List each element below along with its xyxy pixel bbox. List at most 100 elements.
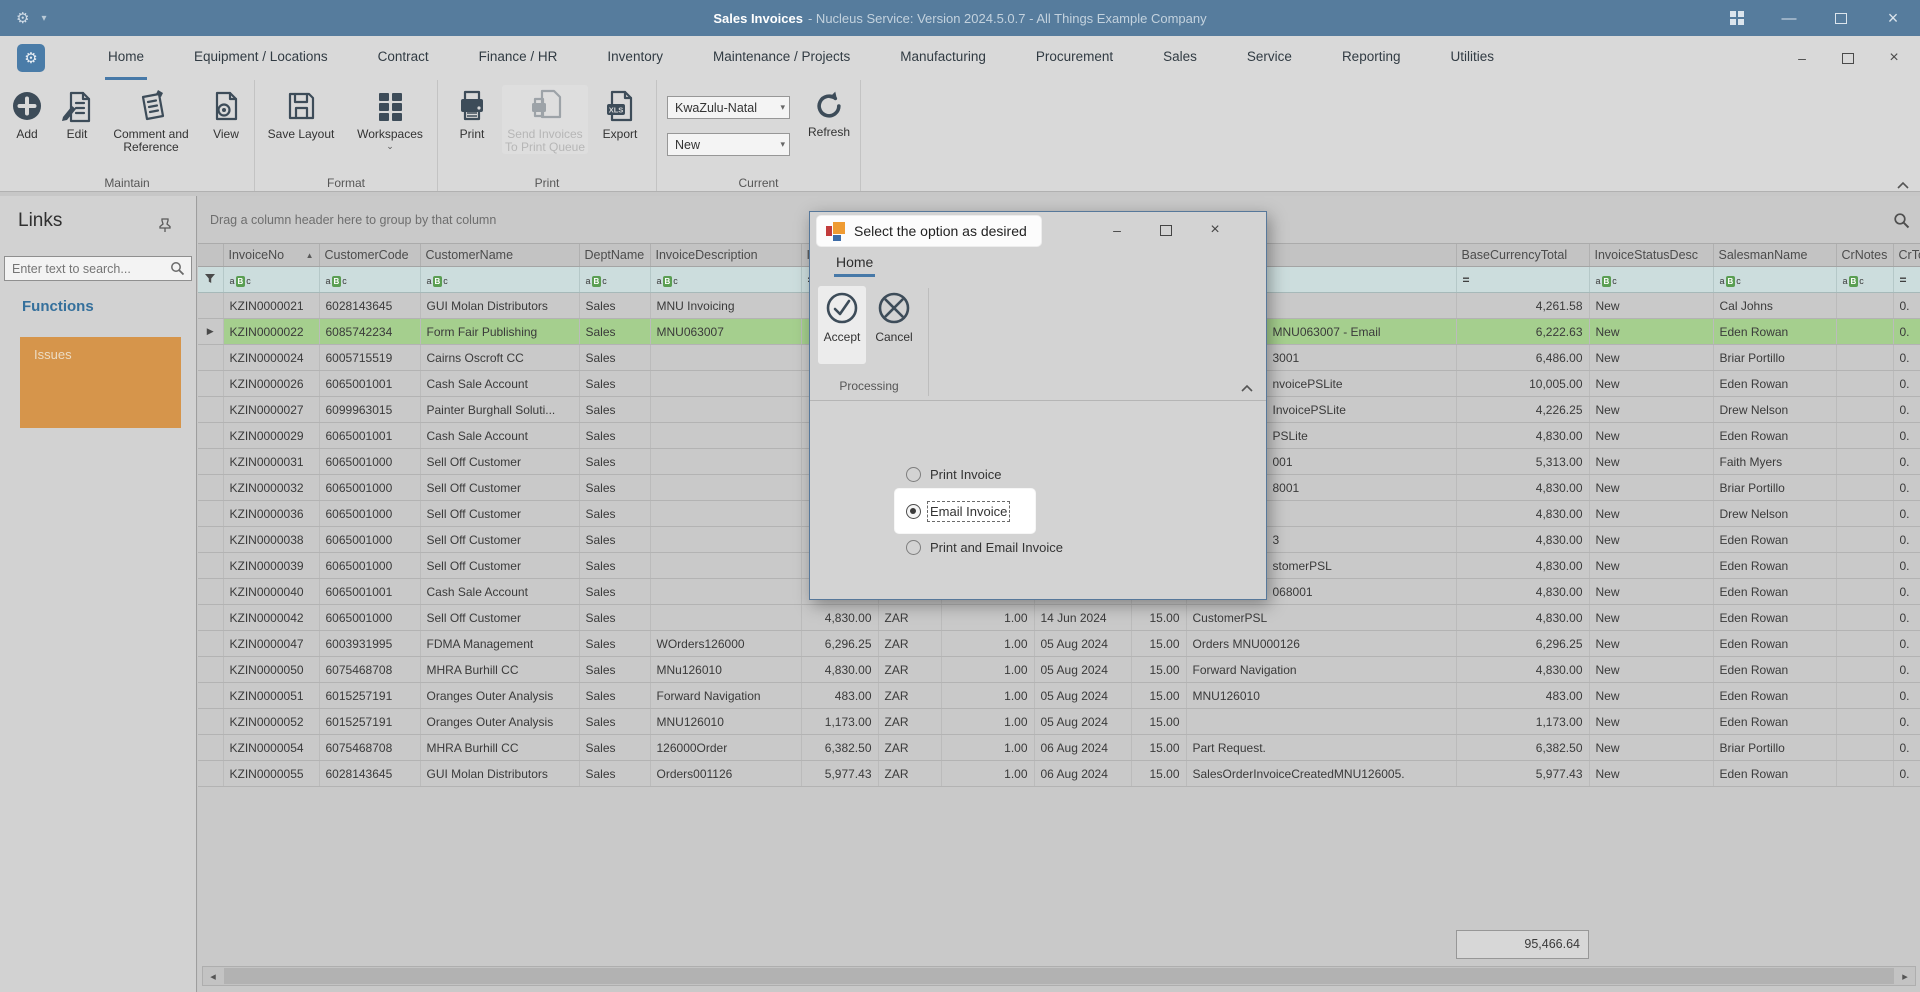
invoice-row-KZIN0000054[interactable]: KZIN0000054 6075468708 MHRA Burhill CC Sale… bbox=[198, 734, 1920, 761]
grid-cell[interactable]: Oranges Outer Analysis bbox=[420, 708, 580, 735]
grid-cell[interactable]: 1.00 bbox=[941, 604, 1035, 631]
ribbon-tab-procurement[interactable]: Procurement bbox=[1033, 36, 1116, 80]
grid-cell[interactable]: 6028143645 bbox=[319, 760, 421, 787]
grid-cell[interactable] bbox=[650, 344, 802, 371]
maximize-button[interactable] bbox=[1832, 9, 1850, 27]
ribbon-tab-reporting[interactable]: Reporting bbox=[1339, 36, 1404, 80]
ribbon-tab-inventory[interactable]: Inventory bbox=[604, 36, 666, 80]
grid-cell[interactable]: Sales bbox=[579, 526, 651, 553]
grid-cell[interactable]: 4,830.00 bbox=[1456, 474, 1590, 501]
grid-cell[interactable]: New bbox=[1589, 474, 1714, 501]
links-search-input[interactable] bbox=[5, 261, 170, 276]
grid-cell[interactable]: 15.00 bbox=[1131, 760, 1187, 787]
dialog-collapse-button[interactable] bbox=[1240, 380, 1254, 392]
grid-cell[interactable]: KZIN0000050 bbox=[223, 656, 320, 683]
grid-cell[interactable]: New bbox=[1589, 500, 1714, 527]
grid-cell[interactable]: 0. bbox=[1893, 604, 1920, 631]
grid-cell[interactable]: New bbox=[1589, 344, 1714, 371]
grid-cell[interactable]: 0. bbox=[1893, 526, 1920, 553]
grid-cell[interactable]: Cal Johns bbox=[1713, 292, 1837, 319]
grid-cell[interactable]: New bbox=[1589, 292, 1714, 319]
grid-column-header-crtot[interactable]: CrTot bbox=[1893, 244, 1920, 267]
grid-cell[interactable] bbox=[1836, 474, 1894, 501]
grid-cell[interactable]: New bbox=[1589, 682, 1714, 709]
row-indicator-cell[interactable] bbox=[198, 448, 224, 475]
grid-column-header-invoicedescription[interactable]: InvoiceDescription bbox=[650, 244, 802, 267]
radio-option-print-and-email-invoice[interactable]: Print and Email Invoice bbox=[906, 532, 1063, 562]
workspaces-button[interactable]: Workspaces ⌄ bbox=[347, 85, 433, 151]
invoice-row-KZIN0000055[interactable]: KZIN0000055 6028143645 GUI Molan Distribut… bbox=[198, 760, 1920, 787]
grid-cell[interactable]: KZIN0000042 bbox=[223, 604, 320, 631]
grid-cell[interactable]: 6,296.25 bbox=[1456, 630, 1590, 657]
grid-cell[interactable]: Sales bbox=[579, 474, 651, 501]
grid-cell[interactable]: KZIN0000055 bbox=[223, 760, 320, 787]
grid-cell[interactable]: 1.00 bbox=[941, 708, 1035, 735]
grid-cell[interactable]: 6005715519 bbox=[319, 344, 421, 371]
grid-cell[interactable]: 1.00 bbox=[941, 630, 1035, 657]
edit-button[interactable]: Edit bbox=[55, 85, 99, 141]
grid-cell[interactable]: GUI Molan Distributors bbox=[420, 292, 580, 319]
grid-cell[interactable]: 6065001001 bbox=[319, 578, 421, 605]
grid-cell[interactable]: 483.00 bbox=[801, 682, 879, 709]
grid-cell[interactable]: KZIN0000036 bbox=[223, 500, 320, 527]
grid-cell[interactable]: 0. bbox=[1893, 656, 1920, 683]
grid-cell[interactable] bbox=[1836, 760, 1894, 787]
grid-cell[interactable]: 4,261.58 bbox=[1456, 292, 1590, 319]
grid-cell[interactable]: New bbox=[1589, 552, 1714, 579]
grid-cell[interactable]: Sales bbox=[579, 604, 651, 631]
grid-cell[interactable] bbox=[650, 500, 802, 527]
grid-cell[interactable]: Briar Portillo bbox=[1713, 344, 1837, 371]
cancel-button[interactable]: Cancel bbox=[870, 286, 918, 364]
invoice-row-KZIN0000050[interactable]: KZIN0000050 6075468708 MHRA Burhill CC Sale… bbox=[198, 656, 1920, 683]
grid-cell[interactable]: 05 Aug 2024 bbox=[1034, 630, 1132, 657]
grid-cell[interactable]: 15.00 bbox=[1131, 734, 1187, 761]
row-indicator-cell[interactable] bbox=[198, 682, 224, 709]
view-button[interactable]: View bbox=[203, 85, 249, 141]
dialog-tab-home[interactable]: Home bbox=[834, 254, 876, 277]
grid-filter-cell[interactable]: aBc bbox=[1713, 266, 1837, 293]
grid-cell[interactable]: 1,173.00 bbox=[1456, 708, 1590, 735]
grid-cell[interactable]: FDMA Management bbox=[420, 630, 580, 657]
grid-filter-cell[interactable]: aBc bbox=[650, 266, 802, 293]
grid-cell[interactable]: 1.00 bbox=[941, 656, 1035, 683]
links-item-issues[interactable]: Issues bbox=[20, 337, 181, 428]
grid-cell[interactable]: New bbox=[1589, 656, 1714, 683]
grid-cell[interactable]: MNU126010 bbox=[650, 708, 802, 735]
export-button[interactable]: XLS Export bbox=[592, 85, 648, 141]
grid-cell[interactable]: Sell Off Customer bbox=[420, 474, 580, 501]
grid-cell[interactable] bbox=[1836, 370, 1894, 397]
grid-column-header[interactable] bbox=[198, 244, 224, 267]
grid-cell[interactable] bbox=[1836, 422, 1894, 449]
grid-cell[interactable]: Cash Sale Account bbox=[420, 370, 580, 397]
grid-cell[interactable]: ZAR bbox=[878, 760, 942, 787]
grid-cell[interactable]: Sales bbox=[579, 630, 651, 657]
grid-cell[interactable]: Forward Navigation bbox=[650, 682, 802, 709]
grid-cell[interactable]: ZAR bbox=[878, 630, 942, 657]
grid-cell[interactable]: Eden Rowan bbox=[1713, 422, 1837, 449]
add-button[interactable]: Add bbox=[5, 85, 49, 141]
grid-cell[interactable]: Eden Rowan bbox=[1713, 630, 1837, 657]
grid-column-header-salesmanname[interactable]: SalesmanName bbox=[1713, 244, 1837, 267]
grid-cell[interactable]: Part Request. bbox=[1186, 734, 1457, 761]
grid-cell[interactable]: Eden Rowan bbox=[1713, 526, 1837, 553]
grid-cell[interactable]: 5,313.00 bbox=[1456, 448, 1590, 475]
grid-cell[interactable]: KZIN0000027 bbox=[223, 396, 320, 423]
grid-cell[interactable]: 4,226.25 bbox=[1456, 396, 1590, 423]
radio-icon[interactable] bbox=[906, 466, 921, 482]
comment-and-reference-button[interactable]: Comment and Reference bbox=[105, 85, 197, 154]
application-menu-button[interactable]: ⚙ bbox=[17, 44, 45, 72]
grid-cell[interactable]: Eden Rowan bbox=[1713, 604, 1837, 631]
grid-cell[interactable]: Cairns Oscroft CC bbox=[420, 344, 580, 371]
grid-cell[interactable]: New bbox=[1589, 422, 1714, 449]
ribbon-tab-service[interactable]: Service bbox=[1244, 36, 1295, 80]
grid-cell[interactable]: New bbox=[1589, 370, 1714, 397]
grid-cell[interactable]: 06 Aug 2024 bbox=[1034, 734, 1132, 761]
grid-cell[interactable] bbox=[1836, 318, 1894, 345]
grid-cell[interactable]: 6,382.50 bbox=[1456, 734, 1590, 761]
grid-cell[interactable]: KZIN0000052 bbox=[223, 708, 320, 735]
grid-cell[interactable]: Sales bbox=[579, 318, 651, 345]
grid-cell[interactable] bbox=[1836, 682, 1894, 709]
grid-cell[interactable]: Sales bbox=[579, 292, 651, 319]
dialog-maximize-button[interactable] bbox=[1151, 218, 1181, 242]
grid-cell[interactable]: 4,830.00 bbox=[1456, 422, 1590, 449]
